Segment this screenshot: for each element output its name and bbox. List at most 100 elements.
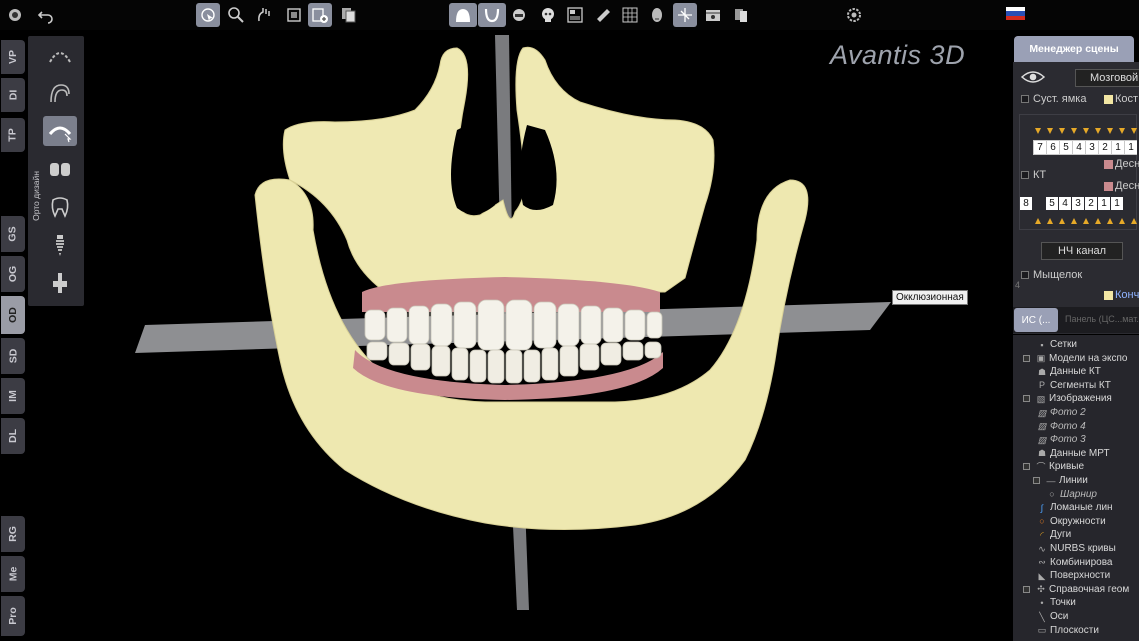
crosshair-icon[interactable] — [673, 3, 697, 27]
tree-item[interactable]: ▣ Модели на экспо — [1023, 353, 1127, 364]
tree-item[interactable]: ▭ Плоскости — [1037, 625, 1099, 636]
implant-icon[interactable] — [43, 230, 77, 260]
tab-pro[interactable]: Pro — [1, 596, 25, 636]
arch-wire-icon[interactable] — [43, 40, 77, 70]
tree-item-label: Фото 4 — [1050, 420, 1086, 432]
eye-icon[interactable] — [1020, 70, 1046, 89]
tree-item-label: Линии — [1059, 475, 1088, 486]
zoom-icon[interactable] — [224, 3, 248, 27]
ruler-icon[interactable] — [591, 3, 615, 27]
tree-item-label: Дуги — [1050, 529, 1072, 541]
tree-item[interactable]: ∫ Ломаные лин — [1037, 502, 1113, 513]
tree-item[interactable]: ▧ Фото 2 — [1037, 407, 1086, 418]
tab-sd[interactable]: SD — [1, 338, 25, 374]
object-tree: ▪ Сетки ▣ Модели на экспо ☗ Данные КТ P Сегмент… — [1013, 335, 1139, 641]
arc-icon: ◜ — [1040, 529, 1044, 540]
tab-dl[interactable]: DL — [1, 418, 25, 454]
select-cursor-icon[interactable] — [196, 3, 220, 27]
tab-rg[interactable]: RG — [1, 516, 25, 552]
head-icon[interactable] — [645, 3, 669, 27]
app-menu-icon[interactable] — [3, 3, 27, 27]
undo-icon[interactable] — [34, 3, 58, 27]
tab-od[interactable]: OD — [1, 296, 25, 334]
circle-icon: ○ — [1039, 516, 1045, 527]
row-number: 4 — [1015, 280, 1021, 290]
tree-item-label: Сетки — [1050, 339, 1077, 350]
jaw-view-icon[interactable] — [449, 3, 477, 27]
tooth-view-icon[interactable] — [507, 3, 531, 27]
tab-tp[interactable]: TP — [1, 118, 25, 152]
condyle-toggle[interactable]: Мыщелок — [1021, 269, 1082, 281]
expand-toggle-icon[interactable] — [1023, 354, 1030, 362]
tab-gs[interactable]: GS — [1, 216, 25, 252]
tree-item[interactable]: ▧ Фото 4 — [1037, 421, 1086, 432]
small-toggle[interactable]: Конч — [1104, 289, 1139, 301]
ru-flag-icon[interactable] — [1006, 7, 1025, 20]
nasal-cavity — [451, 120, 495, 215]
bone-toggle[interactable]: Кост — [1104, 93, 1138, 105]
palette-icon[interactable] — [729, 3, 753, 27]
upper-gum-toggle[interactable]: Десн — [1104, 158, 1139, 170]
tree-item[interactable]: ▪ Сетки — [1037, 339, 1077, 350]
tree-item[interactable]: P Сегменты КТ — [1037, 380, 1111, 391]
tree-item[interactable]: ☗ Данные МРТ — [1037, 448, 1110, 459]
tree-item[interactable]: ○ Шарнир — [1047, 489, 1097, 500]
tree-item[interactable]: ╲ Оси — [1037, 611, 1068, 622]
panel-icon[interactable] — [563, 3, 587, 27]
combined-icon: ∾ — [1038, 557, 1046, 568]
pan-icon[interactable] — [252, 3, 276, 27]
tree-item[interactable]: ◜ Дуги — [1037, 529, 1071, 540]
scene-manager-tab[interactable]: Менеджер сцены — [1014, 36, 1134, 62]
expand-toggle-icon[interactable] — [1023, 585, 1030, 593]
settings-icon[interactable] — [842, 3, 866, 27]
tree-item[interactable]: • Точки — [1037, 597, 1075, 608]
layer-icon[interactable] — [282, 3, 306, 27]
tree-item[interactable]: ⌒ Кривые — [1023, 461, 1084, 472]
tree-item-label: Справочная геом — [1049, 583, 1130, 595]
tab-is[interactable]: ИС (... — [1014, 308, 1058, 332]
ct-toggle[interactable]: КТ — [1021, 169, 1046, 181]
grid-icon[interactable] — [618, 3, 642, 27]
joint-fossa-toggle[interactable]: Суст. ямка — [1021, 93, 1086, 105]
scene-manager-panel: Мозговой Суст. ямка Кост 76543211 Десн К… — [1013, 62, 1139, 334]
nerve-canal-button[interactable]: НЧ канал — [1041, 242, 1123, 260]
tab-me[interactable]: Me — [1, 556, 25, 592]
image-icon: ▧ — [1036, 393, 1046, 404]
occlusal-plane-label: Окклюзионная — [892, 290, 968, 305]
view-dropdown[interactable]: Мозговой — [1075, 69, 1139, 87]
expand-toggle-icon[interactable] — [1023, 463, 1030, 471]
skull-icon[interactable] — [536, 3, 560, 27]
aligner-set-icon[interactable] — [43, 78, 77, 108]
attachment-icon[interactable] — [43, 268, 77, 298]
tree-item[interactable]: — Линии — [1033, 475, 1088, 486]
3d-viewport[interactable] — [85, 30, 1012, 641]
tab-vp[interactable]: VP — [1, 40, 25, 74]
tab-og[interactable]: OG — [1, 256, 25, 292]
hinge-icon: ○ — [1049, 489, 1055, 500]
segment-icon: P — [1038, 380, 1045, 391]
expand-toggle-icon[interactable] — [1033, 477, 1040, 484]
tree-item[interactable]: ▧ Фото 3 — [1037, 434, 1086, 445]
lower-tooth-row[interactable]: 8543211 — [1019, 196, 1123, 211]
stack-icon[interactable] — [337, 3, 361, 27]
lower-gum-toggle[interactable]: Десн — [1104, 180, 1139, 192]
tree-item[interactable]: ∾ Комбинирова — [1037, 557, 1112, 568]
brackets-icon[interactable] — [43, 154, 77, 184]
polyline-icon: ∫ — [1040, 502, 1044, 513]
arch-view-icon[interactable] — [478, 3, 506, 27]
tab-panel[interactable]: Панель (ЦС...мат.Кость) — [1065, 314, 1139, 324]
tree-item[interactable]: ∿ NURBS кривы — [1037, 543, 1116, 554]
tab-im[interactable]: IM — [1, 378, 25, 414]
expand-toggle-icon[interactable] — [1023, 395, 1030, 403]
tree-item[interactable]: ✣ Справочная геом — [1023, 584, 1129, 595]
tab-di[interactable]: DI — [1, 78, 25, 112]
tree-item[interactable]: ▧ Изображения — [1023, 393, 1112, 404]
film-icon[interactable] — [701, 3, 725, 27]
tree-item[interactable]: ☗ Данные КТ — [1037, 366, 1101, 377]
upper-tooth-row[interactable]: 76543211 — [1033, 140, 1137, 155]
tooth-icon[interactable] — [43, 192, 77, 222]
tree-item[interactable]: ○ Окружности — [1037, 516, 1105, 527]
add-object-icon[interactable] — [308, 3, 332, 27]
tree-item[interactable]: ◣ Поверхности — [1037, 570, 1111, 581]
arch-select-icon[interactable] — [43, 116, 77, 146]
